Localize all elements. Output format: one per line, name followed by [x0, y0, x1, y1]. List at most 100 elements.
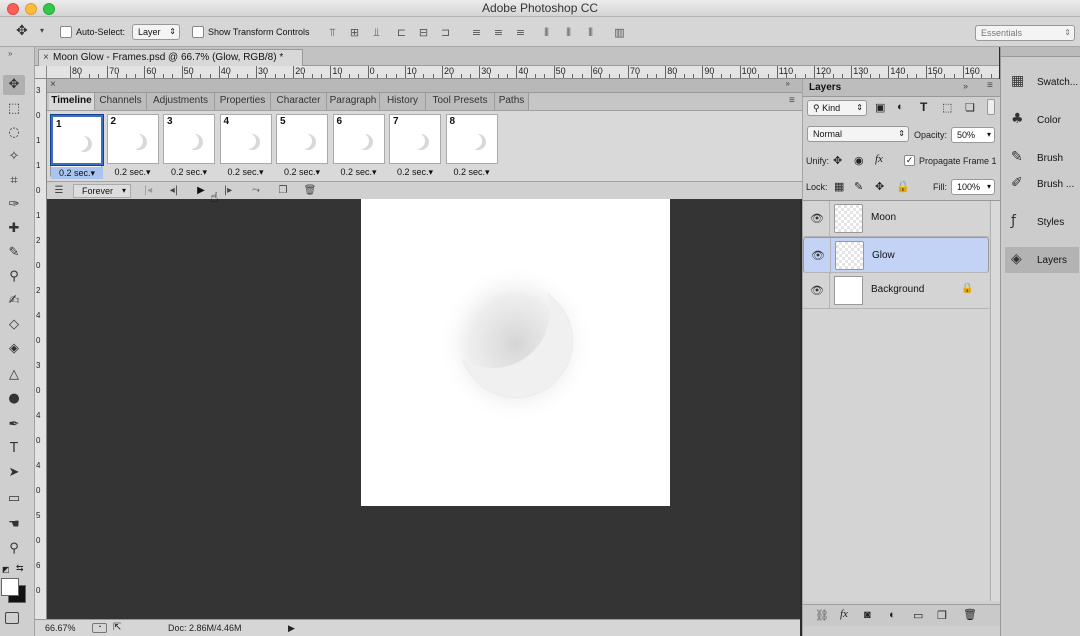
align-bottom-icon[interactable]: ⫫ [370, 26, 383, 39]
frame-thumbnail[interactable]: 1 [50, 114, 104, 166]
cloud-icon[interactable]: ◔ [92, 623, 107, 633]
distribute-left-icon[interactable]: ⦀ [540, 26, 553, 39]
distribute-right-icon[interactable]: ⦀ [584, 26, 597, 39]
frame-thumbnail[interactable]: 4 [219, 114, 272, 164]
lock-all-icon[interactable]: 🔒 [896, 180, 910, 193]
document-tab[interactable]: × Moon Glow - Frames.psd @ 66.7% (Glow, … [38, 49, 303, 66]
visibility-eye-icon[interactable]: 👁 [811, 249, 825, 263]
layer-row-glow[interactable]: 👁 Glow [803, 237, 989, 274]
status-menu-arrow-icon[interactable]: ▶ [288, 620, 295, 636]
frame-delay[interactable]: 0.2 sec.▾ [220, 166, 272, 178]
opacity-field[interactable]: 50% ▾ [951, 127, 995, 143]
layer-filter-dropdown[interactable]: ⚲ Kind ⇕ [807, 100, 867, 116]
pen-tool-icon[interactable]: ✒ [3, 415, 25, 435]
dock-brush-presets[interactable]: ✐ Brush ... [1005, 171, 1079, 197]
layer-name[interactable]: Moon [871, 212, 896, 223]
frame-delay[interactable]: 0.2 sec.▾ [333, 166, 385, 178]
zoom-level[interactable]: 66.67% [45, 620, 76, 636]
frame-delay[interactable]: 0.2 sec.▾ [51, 167, 103, 179]
unify-position-icon[interactable]: ✥ [833, 154, 842, 167]
new-adjustment-layer-icon[interactable]: ◐ [889, 609, 896, 621]
distribute-top-icon[interactable]: ≡ [470, 26, 483, 39]
frame-delay[interactable]: 0.2 sec.▾ [389, 166, 441, 178]
show-transform-checkbox[interactable] [192, 26, 204, 38]
type-tool-icon[interactable]: T [3, 439, 25, 459]
frame-thumbnail[interactable]: 6 [332, 114, 385, 164]
marquee-tool-icon[interactable]: ⬚ [3, 99, 25, 119]
collapse-panel-icon[interactable]: » [786, 79, 790, 88]
animation-frame[interactable]: 1 0.2 sec.▾ [50, 114, 104, 179]
animation-frame[interactable]: 4 0.2 sec.▾ [219, 114, 272, 178]
link-layers-icon[interactable]: ⛓ [815, 609, 829, 622]
frame-thumbnail[interactable]: 3 [163, 114, 215, 164]
auto-align-icon[interactable]: ▥ [613, 26, 626, 39]
eraser-tool-icon[interactable]: ◇ [3, 315, 25, 335]
paint-bucket-tool-icon[interactable]: ◈ [3, 339, 25, 359]
play-icon[interactable]: ▶ [192, 182, 210, 200]
layer-thumbnail[interactable] [834, 276, 863, 305]
dodge-tool-icon[interactable]: ● [3, 389, 25, 409]
dock-brush[interactable]: ✎ Brush [1005, 145, 1079, 171]
close-document-icon[interactable]: × [43, 50, 49, 65]
clone-stamp-tool-icon[interactable]: ⚲ [3, 267, 25, 287]
layers-panel-title[interactable]: Layers [809, 82, 841, 93]
animation-frame[interactable]: 6 0.2 sec.▾ [332, 114, 385, 178]
document-canvas[interactable] [361, 199, 670, 506]
layer-list-scrollbar[interactable] [990, 201, 1000, 601]
frame-delay[interactable]: 0.2 sec.▾ [107, 166, 159, 178]
horizontal-ruler[interactable]: 80 70 60 50 40 30 20 10 0 10 20 30 40 50 60 70 80 90 100 11… [47, 66, 999, 79]
tab-channels[interactable]: Channels [95, 93, 147, 110]
frame-thumbnail[interactable]: 2 [106, 114, 159, 164]
first-frame-icon[interactable]: |◂ [139, 182, 157, 200]
tab-tool-presets[interactable]: Tool Presets [426, 93, 495, 110]
filter-toggle[interactable] [987, 99, 995, 115]
move-tool-icon[interactable]: ✥ [3, 75, 25, 95]
filter-pixel-icon[interactable]: ▣ [875, 101, 885, 114]
hand-tool-icon[interactable]: ☚ [3, 515, 25, 535]
healing-brush-tool-icon[interactable]: ✚ [3, 219, 25, 239]
animation-frame[interactable]: 2 0.2 sec.▾ [106, 114, 159, 178]
unify-visibility-icon[interactable]: ◉ [854, 154, 864, 167]
blend-mode-dropdown[interactable]: Normal ⇕ [807, 126, 909, 142]
blur-tool-icon[interactable]: △ [3, 365, 25, 385]
fill-field[interactable]: 100% ▾ [951, 179, 995, 195]
crop-tool-icon[interactable]: ⌗ [3, 171, 25, 191]
lock-transparent-icon[interactable]: ▦ [834, 180, 844, 193]
quick-mask-icon[interactable] [5, 612, 19, 624]
quick-select-tool-icon[interactable]: ✧ [3, 147, 25, 167]
tab-timeline[interactable]: Timeline [49, 93, 95, 110]
align-left-icon[interactable]: ⊏ [395, 26, 408, 39]
new-group-icon[interactable]: ▭ [913, 609, 923, 622]
animation-frame[interactable]: 3 0.2 sec.▾ [163, 114, 215, 178]
filter-shape-icon[interactable]: ⬚ [942, 101, 952, 114]
default-colors-icon[interactable]: ◩ [2, 565, 10, 574]
auto-select-target-dropdown[interactable]: Layer ⇕ [132, 24, 180, 40]
minimize-window-button[interactable] [25, 3, 37, 15]
panel-header[interactable]: × » [47, 79, 802, 93]
tab-history[interactable]: History [380, 93, 426, 110]
path-selection-tool-icon[interactable]: ➤ [3, 463, 25, 483]
distribute-vcenter-icon[interactable]: ≡ [492, 26, 505, 39]
panel-menu-icon[interactable]: ≡ [789, 95, 795, 106]
animation-frame[interactable]: 8 0.2 sec.▾ [445, 114, 498, 178]
zoom-tool-icon[interactable]: ⚲ [3, 539, 25, 559]
lock-icon[interactable]: 🔒 [961, 283, 973, 294]
share-icon[interactable]: ⇱ [113, 620, 121, 636]
rectangle-tool-icon[interactable]: ▭ [3, 489, 25, 509]
duplicate-frame-icon[interactable]: ❐ [274, 182, 292, 200]
auto-select-checkbox[interactable] [60, 26, 72, 38]
vertical-ruler[interactable]: 3 0 1 1 0 1 2 0 2 4 0 3 0 4 0 4 0 5 0 6 0 [35, 79, 47, 619]
dock-color[interactable]: ♣ Color [1005, 107, 1079, 133]
tab-paragraph[interactable]: Paragraph [327, 93, 380, 110]
convert-timeline-icon[interactable]: ☰ [51, 182, 67, 200]
filter-adjustment-icon[interactable]: ◐ [897, 101, 904, 113]
zoom-window-button[interactable] [43, 3, 55, 15]
frame-delay[interactable]: 0.2 sec.▾ [446, 166, 498, 178]
history-brush-tool-icon[interactable]: ✍ [3, 291, 25, 311]
layer-row-background[interactable]: 👁 Background 🔒 [803, 273, 989, 309]
layer-row-moon[interactable]: 👁 Moon [803, 201, 989, 237]
align-hcenter-icon[interactable]: ⊟ [417, 26, 430, 39]
lock-position-icon[interactable]: ✥ [875, 180, 884, 193]
layer-name[interactable]: Glow [872, 249, 895, 263]
frame-thumbnail[interactable]: 8 [445, 114, 498, 164]
